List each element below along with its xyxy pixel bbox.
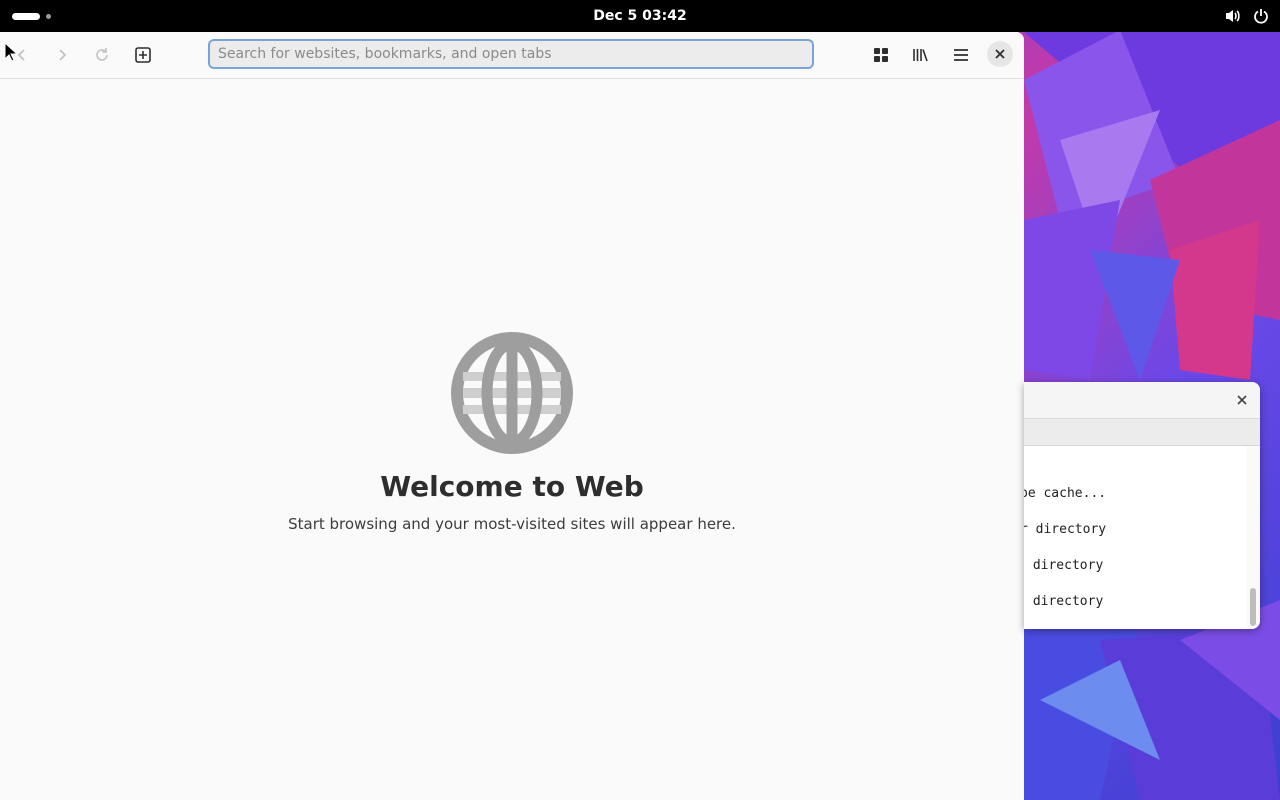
- clock[interactable]: Dec 5 03:42: [593, 8, 686, 24]
- new-tab-button[interactable]: [128, 40, 158, 70]
- forward-button[interactable]: [47, 40, 77, 70]
- activities-button[interactable]: [12, 9, 56, 23]
- terminal-line: r directory: [1024, 522, 1107, 537]
- terminal-line: pe cache...: [1024, 486, 1107, 501]
- hamburger-menu-icon: [954, 49, 968, 61]
- terminal-line: directory: [1025, 594, 1104, 609]
- reload-button[interactable]: [87, 40, 117, 70]
- reload-icon: [96, 48, 108, 61]
- terminal-line: directory: [1025, 558, 1104, 573]
- library-icon: [913, 49, 928, 62]
- new-tab-icon: [135, 47, 151, 63]
- welcome-panel: Welcome to Web Start browsing and your m…: [0, 332, 1024, 533]
- terminal-output[interactable]: pe cache... r directory directory direct…: [1024, 446, 1246, 629]
- close-icon: [1237, 395, 1247, 405]
- volume-icon[interactable]: [1224, 6, 1242, 26]
- chevron-right-icon: [59, 49, 67, 61]
- background-terminal-window[interactable]: pe cache... r directory directory direct…: [1024, 382, 1260, 629]
- library-button[interactable]: [906, 40, 936, 70]
- top-bar: Dec 5 03:42: [0, 0, 1280, 32]
- main-menu-button[interactable]: [946, 40, 976, 70]
- globe-icon: [451, 332, 573, 454]
- workspace-indicator-active: [12, 12, 40, 20]
- terminal-header-bar: [1024, 382, 1260, 419]
- power-icon[interactable]: [1252, 6, 1270, 26]
- tabs-overview-button[interactable]: [866, 40, 896, 70]
- system-tray[interactable]: [1224, 6, 1270, 26]
- header-bar: [0, 32, 1024, 79]
- close-icon: [995, 49, 1005, 59]
- mouse-pointer-icon: [4, 42, 18, 62]
- browser-window: Welcome to Web Start browsing and your m…: [0, 32, 1024, 800]
- tabs-overview-icon: [874, 48, 888, 62]
- terminal-scrollbar[interactable]: [1250, 588, 1256, 626]
- workspace-indicator: [46, 13, 51, 19]
- welcome-subtitle: Start browsing and your most-visited sit…: [288, 515, 736, 533]
- terminal-close-button[interactable]: [1234, 392, 1250, 408]
- window-close-button[interactable]: [987, 41, 1013, 67]
- url-search-input[interactable]: [208, 39, 814, 69]
- welcome-title: Welcome to Web: [380, 470, 644, 503]
- terminal-tab-bar: [1024, 419, 1260, 446]
